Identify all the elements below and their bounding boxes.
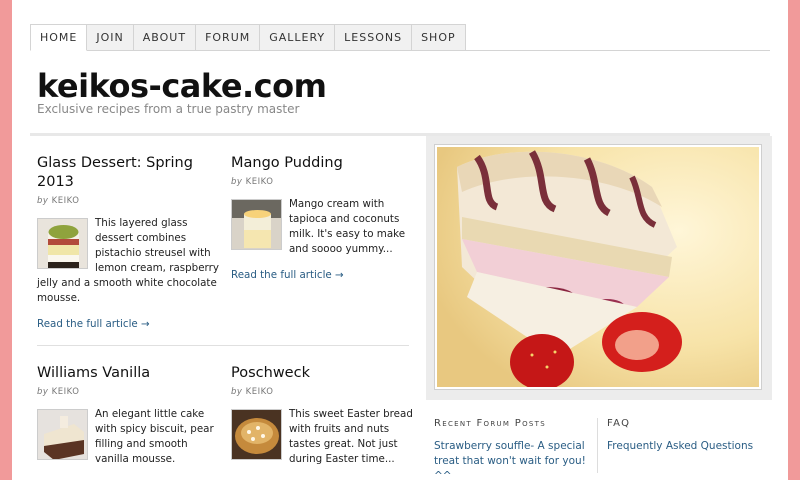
widget-title: Recent Forum Posts	[434, 418, 546, 429]
faq-widget: FAQ Frequently Asked Questions	[607, 418, 767, 454]
article-byline: by KEIKO	[37, 387, 80, 397]
williams-vanilla-thumbnail[interactable]	[37, 409, 88, 460]
article-glass-dessert: Glass Dessert: Spring 2013 by KEIKO This…	[37, 154, 219, 330]
site-tagline: Exclusive recipes from a true pastry mas…	[37, 102, 300, 116]
article-williams-vanilla: Williams Vanilla by KEIKO An elegant lit…	[37, 364, 219, 467]
article-byline: by KEIKO	[231, 177, 274, 187]
article-poschweck: Poschweck by KEIKO This sweet Easter bre…	[231, 364, 413, 467]
sidebar: Recent Forum Posts Strawberry souffle- A…	[426, 136, 772, 480]
read-more-link[interactable]: Read the full article →	[37, 318, 219, 330]
article-byline: by KEIKO	[37, 196, 80, 206]
nav-join[interactable]: JOIN	[87, 24, 134, 51]
article-row-divider	[37, 345, 409, 346]
article-title[interactable]: Poschweck	[231, 364, 413, 383]
article-byline: by KEIKO	[231, 387, 274, 397]
nav-home[interactable]: HOME	[30, 24, 88, 51]
widget-divider	[597, 418, 598, 473]
article-author[interactable]: KEIKO	[52, 196, 80, 206]
widget-title: FAQ	[607, 418, 631, 429]
read-more-link[interactable]: Read the full article →	[231, 269, 413, 281]
nav-divider	[430, 50, 770, 51]
recent-forum-posts-widget: Recent Forum Posts Strawberry souffle- A…	[434, 418, 594, 480]
main-nav: HOME JOIN ABOUT FORUM GALLERY LESSONS SH…	[30, 24, 466, 51]
sidebar-widgets: Recent Forum Posts Strawberry souffle- A…	[426, 400, 772, 480]
featured-image[interactable]	[434, 144, 762, 390]
article-excerpt: This layered glass dessert combines pist…	[37, 217, 219, 304]
nav-about[interactable]: ABOUT	[133, 24, 197, 51]
article-author[interactable]: KEIKO	[246, 177, 274, 187]
nav-forum[interactable]: FORUM	[196, 24, 261, 51]
faq-link[interactable]: Frequently Asked Questions	[607, 439, 767, 454]
site-title[interactable]: keikos-cake.com	[37, 67, 327, 105]
article-excerpt: Mango cream with tapioca and coconuts mi…	[231, 197, 413, 257]
page: HOME JOIN ABOUT FORUM GALLERY LESSONS SH…	[12, 0, 788, 480]
article-title[interactable]: Glass Dessert: Spring 2013	[37, 154, 219, 192]
nav-lessons[interactable]: LESSONS	[335, 24, 413, 51]
forum-post-link[interactable]: Strawberry souffle- A special treat that…	[434, 439, 594, 480]
poschweck-thumbnail[interactable]	[231, 409, 282, 460]
featured-cake-photo	[437, 147, 759, 387]
article-author[interactable]: KEIKO	[52, 387, 80, 397]
nav-shop[interactable]: SHOP	[412, 24, 466, 51]
article-mango-pudding: Mango Pudding by KEIKO Mango cream with …	[231, 154, 413, 281]
article-title[interactable]: Williams Vanilla	[37, 364, 219, 383]
article-title[interactable]: Mango Pudding	[231, 154, 413, 173]
nav-gallery[interactable]: GALLERY	[260, 24, 336, 51]
article-author[interactable]: KEIKO	[246, 387, 274, 397]
article-excerpt: An elegant little cake with spicy biscui…	[37, 407, 219, 467]
mango-pudding-thumbnail[interactable]	[231, 199, 282, 250]
article-excerpt: This sweet Easter bread with fruits and …	[231, 407, 413, 467]
glass-dessert-thumbnail[interactable]	[37, 218, 88, 269]
